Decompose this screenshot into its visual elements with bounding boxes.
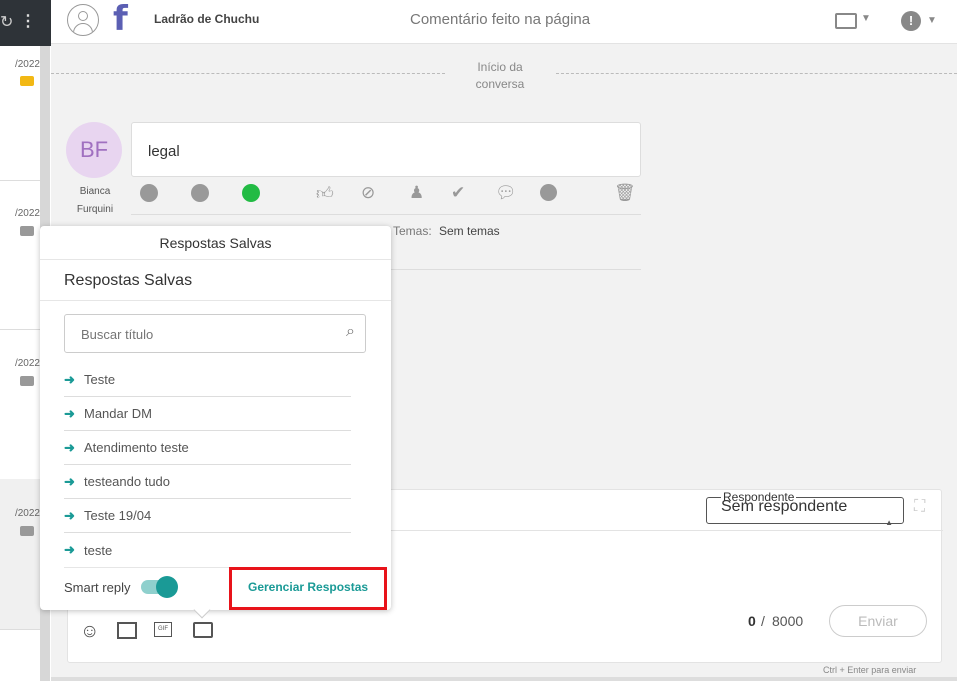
author-name: Bianca Furquini [76,186,114,215]
arrow-right-icon: ➜ [64,405,75,421]
gif-icon[interactable]: GIF [154,622,172,637]
topics-value: Sem temas [439,224,500,238]
search-field[interactable]: ⌕ [64,314,366,353]
like-icon[interactable]: 👍︎ [316,183,334,204]
page-title: Comentário feito na página [410,11,591,28]
ticket-icon [20,76,34,86]
saved-reply-item[interactable]: ➜ Teste [64,363,351,397]
reply-bubble-icon[interactable]: 💬︎ [495,183,517,203]
arrow-right-icon: ➜ [64,542,75,557]
char-separator: / [761,613,765,629]
list-item-date: /2022 [14,59,40,70]
respondent-select[interactable]: Respondente Sem respondente ▲ [706,490,904,527]
neutral-sentiment-icon[interactable] [191,184,209,202]
manage-replies-link[interactable]: Gerenciar Respostas [248,580,368,594]
search-input[interactable] [81,327,331,342]
chevron-down-icon[interactable]: ▼ [927,15,937,26]
conversation-start-label: Início da conversa [475,60,525,91]
list-item[interactable]: /2022 [0,181,40,329]
list-item-selected[interactable]: /2022 [0,479,40,629]
search-icon[interactable]: ⌕ [346,323,355,341]
arrow-right-icon: ➜ [64,439,75,455]
popup-tab-title: Respostas Salvas [40,226,391,260]
divider [40,300,391,301]
char-max: 8000 [772,613,804,629]
arrow-right-icon: ➜ [64,371,75,387]
hide-icon[interactable]: ⊘ [361,183,375,203]
char-count: 0 [748,613,756,629]
list-item[interactable]: /2022 [0,330,40,478]
header: f Ladrão de Chuchu Comentário feito na p… [51,0,957,44]
page-name: Ladrão de Chuchu [154,12,260,26]
negative-sentiment-icon[interactable] [140,184,158,202]
saved-reply-item[interactable]: ➜ Mandar DM [64,397,351,431]
saved-reply-item[interactable]: ➜ Atendimento teste [64,431,351,465]
topics-label: Temas: [393,224,432,238]
saved-replies-popup: Respostas Salvas Respostas Salvas ⌕ ➜Tes… [40,226,391,610]
positive-sentiment-icon[interactable] [242,184,260,202]
send-hint: Ctrl + Enter para enviar [823,665,917,675]
emoji-icon[interactable]: ☺ [80,621,99,643]
trash-icon[interactable]: 🗑︎ [614,183,636,203]
send-button[interactable]: Enviar [829,605,927,637]
list-item-date: /2022 [14,508,40,519]
saved-reply-item[interactable]: ➜ testeando tudo [64,465,351,499]
smart-reply-label: Smart reply [64,580,131,595]
popup-heading: Respostas Salvas [64,272,193,289]
message-text: legal [131,122,641,177]
toggle-knob [156,576,178,598]
divider [556,73,957,74]
ticket-menu-icon[interactable] [835,13,857,29]
saved-reply-item[interactable]: ➜ teste [64,533,351,567]
bottom-edge [51,677,957,681]
saved-replies-icon[interactable] [193,622,213,638]
list-item-date: /2022 [14,358,40,369]
ticket-icon [20,226,34,236]
chevron-down-icon[interactable]: ▼ [861,13,871,24]
facebook-icon: f [113,0,128,39]
list-item[interactable]: /2022 [0,46,40,180]
list-item-date: /2022 [14,208,40,219]
arrow-right-icon: ➜ [64,473,75,489]
expand-icon[interactable]: ⛶ [914,498,925,516]
messenger-icon[interactable] [540,184,557,201]
user-avatar-icon[interactable] [67,4,99,36]
ticket-icon [20,376,34,386]
alert-settings-icon[interactable]: ! [901,11,921,31]
refresh-icon[interactable]: ↻ [0,12,13,32]
divider [0,629,40,630]
list-toolbar: ↻ ⋮ [0,0,51,46]
arrow-right-icon: ➜ [64,507,75,523]
author-avatar: BF [66,122,122,178]
chevron-up-icon: ▲ [885,518,893,527]
pin-icon[interactable]: ♟ [409,183,424,203]
check-icon[interactable]: ✔ [451,183,465,203]
ticket-icon [20,526,34,536]
saved-reply-item[interactable]: ➜ Teste 19/04 [64,499,351,533]
divider [391,269,641,270]
image-icon[interactable] [117,622,137,639]
smart-reply-toggle[interactable] [141,576,178,598]
more-options-icon[interactable]: ⋮ [20,11,36,31]
divider [51,73,445,74]
divider [131,214,641,215]
